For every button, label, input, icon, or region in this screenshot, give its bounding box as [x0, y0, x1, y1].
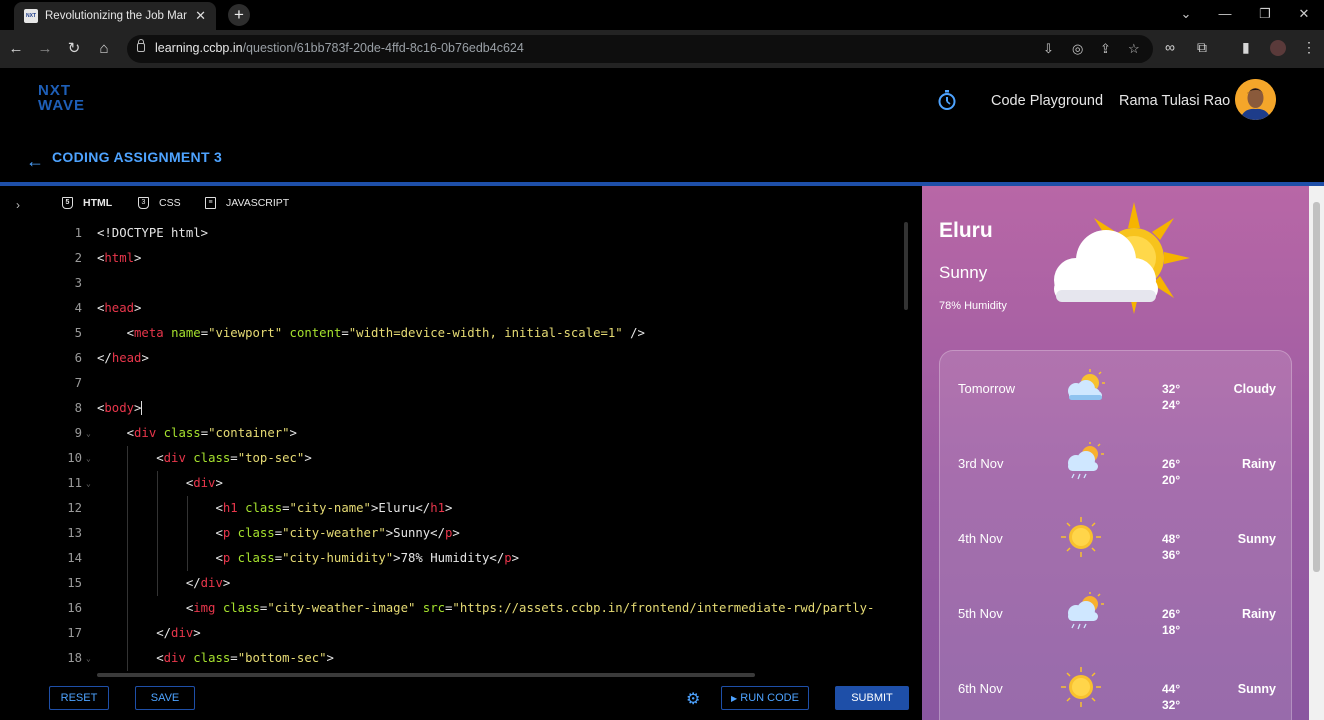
- code-line: 10 ⌄ <div class="top-sec">: [67, 451, 312, 465]
- avatar[interactable]: [1235, 79, 1276, 120]
- code-line: 1 <!DOCTYPE html>: [74, 226, 209, 240]
- sun-icon: [1061, 517, 1101, 557]
- code-line: 13 <p class="city-weather">Sunny</p>: [67, 526, 460, 540]
- rain-icon: [1068, 592, 1104, 630]
- sun-icon: [1061, 667, 1101, 707]
- code-line: 9 ⌄ <div class="container">: [74, 426, 297, 440]
- code-editor-panel: › 5 HTML 3 CSS ≡ JAVASCRIPT 1 <!DOCTYPE html…: [0, 186, 921, 720]
- output-preview: Eluru Sunny 78% Humidity Tomorrow 32° 24…: [922, 186, 1309, 720]
- code-line: 12 <h1 class="city-name">Eluru</h1>: [67, 501, 453, 515]
- code-line: 14 <p class="city-humidity">78% Humidity…: [67, 551, 520, 565]
- tab-javascript[interactable]: ≡ JAVASCRIPT: [205, 197, 289, 209]
- code-line: 7: [74, 376, 82, 390]
- code-line: 18 ⌄ <div class="bottom-sec">: [67, 651, 334, 665]
- browser-tab-strip: NXT Revolutionizing the Job Market ✕ + ⌄…: [0, 0, 1324, 30]
- partly-cloudy-icon: [1054, 202, 1190, 314]
- address-bar[interactable]: learning.ccbp.in/question/61bb783f-20de-…: [127, 35, 1153, 63]
- city-name: Eluru: [939, 219, 993, 242]
- extensions-puzzle-icon[interactable]: ⧉: [1197, 39, 1207, 56]
- back-nav-icon[interactable]: ←: [6, 39, 26, 59]
- code-line: 17 </div>: [67, 626, 201, 640]
- url-text: learning.ccbp.in/question/61bb783f-20de-…: [155, 41, 524, 55]
- user-name[interactable]: Rama Tulasi Rao: [1119, 93, 1230, 109]
- preview-scrollbar[interactable]: [1309, 186, 1324, 720]
- save-button[interactable]: SAVE: [135, 686, 195, 710]
- forecast-card: Tomorrow 32° 24° Cloudy 3rd Nov 26° 20° …: [939, 350, 1292, 720]
- site-header: NXT WAVE Code Playground Rama Tulasi Rao…: [0, 68, 1324, 184]
- side-panel-icon[interactable]: ▮: [1242, 39, 1250, 56]
- maximize-button[interactable]: ❐: [1255, 6, 1275, 22]
- forward-nav-icon[interactable]: →: [35, 39, 55, 59]
- editor-vertical-scrollbar[interactable]: [904, 222, 908, 310]
- browser-toolbar: ← → ↻ ⌂ learning.ccbp.in/question/61bb78…: [0, 30, 1324, 68]
- code-line: 16 <img class="city-weather-image" src="…: [67, 601, 875, 615]
- tab-css[interactable]: 3 CSS: [138, 197, 181, 209]
- settings-gear-icon[interactable]: ⚙: [686, 689, 700, 709]
- site-favicon-icon: NXT: [24, 9, 38, 23]
- code-line: 3: [74, 276, 82, 290]
- code-line: 6 </head>: [74, 351, 149, 365]
- submit-button[interactable]: SUBMIT: [835, 686, 909, 710]
- code-line: 11 ⌄ <div>: [67, 476, 223, 490]
- code-line: 5 <meta name="viewport" content="width=d…: [74, 326, 645, 340]
- browser-tab[interactable]: NXT Revolutionizing the Job Market ✕: [14, 2, 216, 30]
- profile-avatar-icon[interactable]: [1270, 40, 1286, 56]
- close-window-button[interactable]: ✕: [1294, 6, 1314, 22]
- menu-kebab-icon[interactable]: ⋮: [1302, 39, 1316, 56]
- extension-glasses-icon[interactable]: ∞: [1165, 39, 1175, 55]
- bookmark-star-icon[interactable]: ☆: [1128, 41, 1140, 57]
- city-weather: Sunny: [939, 263, 988, 282]
- eye-off-icon[interactable]: ◎: [1072, 41, 1083, 57]
- code-line: 4 <head>: [74, 301, 142, 315]
- tab-search-chevron-icon[interactable]: ⌄: [1176, 6, 1196, 22]
- code-line: 8 <body>: [74, 401, 143, 415]
- code-line: 15 </div>: [67, 576, 231, 590]
- close-tab-icon[interactable]: ✕: [195, 8, 206, 24]
- html5-icon: 5: [62, 197, 73, 209]
- tab-html[interactable]: 5 HTML: [62, 197, 112, 209]
- code-playground-link[interactable]: Code Playground: [991, 93, 1103, 109]
- play-icon: ▶: [731, 694, 738, 703]
- forecast-row: 5th Nov 26° 18° Rainy: [940, 576, 1293, 651]
- expand-chevron-icon[interactable]: ›: [16, 198, 20, 212]
- browser-tab-title: Revolutionizing the Job Market: [45, 10, 187, 22]
- code-line: 2 <html>: [74, 251, 142, 265]
- css3-icon: 3: [138, 197, 149, 209]
- minimize-button[interactable]: —: [1215, 6, 1235, 21]
- forecast-row: Tomorrow 32° 24° Cloudy: [940, 351, 1293, 426]
- scrollbar-thumb[interactable]: [1313, 202, 1320, 572]
- home-icon[interactable]: ⌂: [94, 39, 114, 59]
- back-arrow-icon[interactable]: ←: [26, 151, 44, 172]
- forecast-row: 4th Nov 48° 36° Sunny: [940, 501, 1293, 576]
- stopwatch-icon[interactable]: [937, 89, 957, 111]
- editor-horizontal-scrollbar[interactable]: [97, 673, 755, 677]
- js-file-icon: ≡: [205, 197, 216, 209]
- reset-button[interactable]: RESET: [49, 686, 109, 710]
- forecast-row: 6th Nov 44° 32° Sunny: [940, 651, 1293, 720]
- lock-icon: [137, 39, 145, 52]
- partly-cloudy-icon: [1068, 369, 1105, 400]
- run-code-button[interactable]: ▶ RUN CODE: [721, 686, 809, 710]
- city-humidity: 78% Humidity: [939, 300, 1007, 312]
- page-title: CODING ASSIGNMENT 3: [52, 149, 223, 165]
- new-tab-button[interactable]: +: [228, 4, 250, 26]
- share-icon[interactable]: ⇪: [1100, 41, 1111, 57]
- install-icon[interactable]: ⇩: [1043, 41, 1054, 57]
- rain-icon: [1068, 442, 1104, 480]
- reload-icon[interactable]: ↻: [64, 39, 84, 59]
- forecast-row: 3rd Nov 26° 20° Rainy: [940, 426, 1293, 501]
- nxtwave-logo[interactable]: NXT WAVE: [38, 83, 108, 118]
